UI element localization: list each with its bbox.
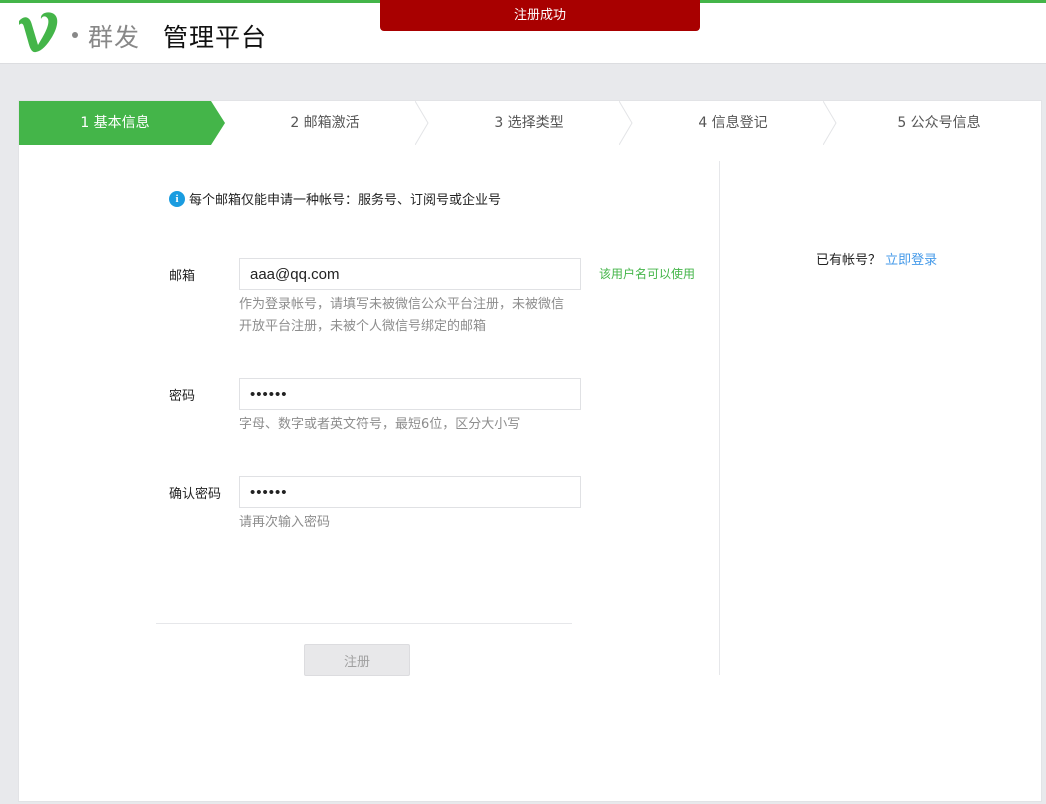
info-icon: i	[169, 190, 185, 207]
login-link[interactable]: 立即登录	[885, 253, 937, 268]
step-info-registration: 4 信息登记	[698, 115, 768, 131]
register-button[interactable]: 注册	[304, 644, 410, 676]
step-select-type: 3 选择类型	[494, 115, 564, 131]
vertical-divider	[719, 161, 720, 675]
logo-brand-text: 群发	[88, 23, 141, 52]
registration-card: 1 基本信息 2 邮箱激活 3 选择类型 4 信息登记 5 公众号信息 i 每个…	[18, 100, 1042, 802]
step-divider-chevron-icon	[619, 101, 633, 145]
password-hint: 字母、数字或者英文符号，最短6位，区分大小写	[239, 417, 521, 432]
step-basic-info: 1 基本信息	[19, 101, 211, 145]
step-divider-chevron-icon	[415, 101, 429, 145]
email-label: 邮箱	[169, 269, 196, 284]
email-input[interactable]	[239, 258, 581, 290]
confirm-password-input[interactable]	[239, 476, 581, 508]
password-label: 密码	[169, 389, 196, 404]
existing-account-prompt: 已有帐号？ 立即登录	[816, 249, 937, 268]
email-hint: 作为登录帐号，请填写未被微信公众平台注册，未被微信开放平台注册，未被个人微信号绑…	[239, 297, 565, 334]
form-divider	[156, 623, 572, 624]
step-progress-bar: 1 基本信息 2 邮箱激活 3 选择类型 4 信息登记 5 公众号信息	[19, 101, 1041, 145]
notice-text: 每个邮箱仅能申请一种帐号：服务号、订阅号或企业号	[189, 193, 502, 208]
confirm-password-label: 确认密码	[169, 487, 222, 502]
step-email-activation: 2 邮箱激活	[290, 115, 360, 131]
platform-title: 管理平台	[163, 23, 268, 52]
v-logo-icon[interactable]	[16, 11, 66, 55]
step-account-info: 5 公众号信息	[897, 115, 981, 131]
step-arrow-icon	[211, 101, 225, 145]
success-toast: 注册成功	[380, 0, 700, 31]
email-notice: i 每个邮箱仅能申请一种帐号：服务号、订阅号或企业号	[169, 189, 501, 208]
email-valid-message: 该用户名可以使用	[599, 267, 696, 281]
step-divider-chevron-icon	[823, 101, 837, 145]
login-prompt-text: 已有帐号？	[816, 253, 882, 268]
password-input[interactable]	[239, 378, 581, 410]
logo-separator-dot	[72, 32, 78, 38]
confirm-password-hint: 请再次输入密码	[239, 515, 331, 530]
